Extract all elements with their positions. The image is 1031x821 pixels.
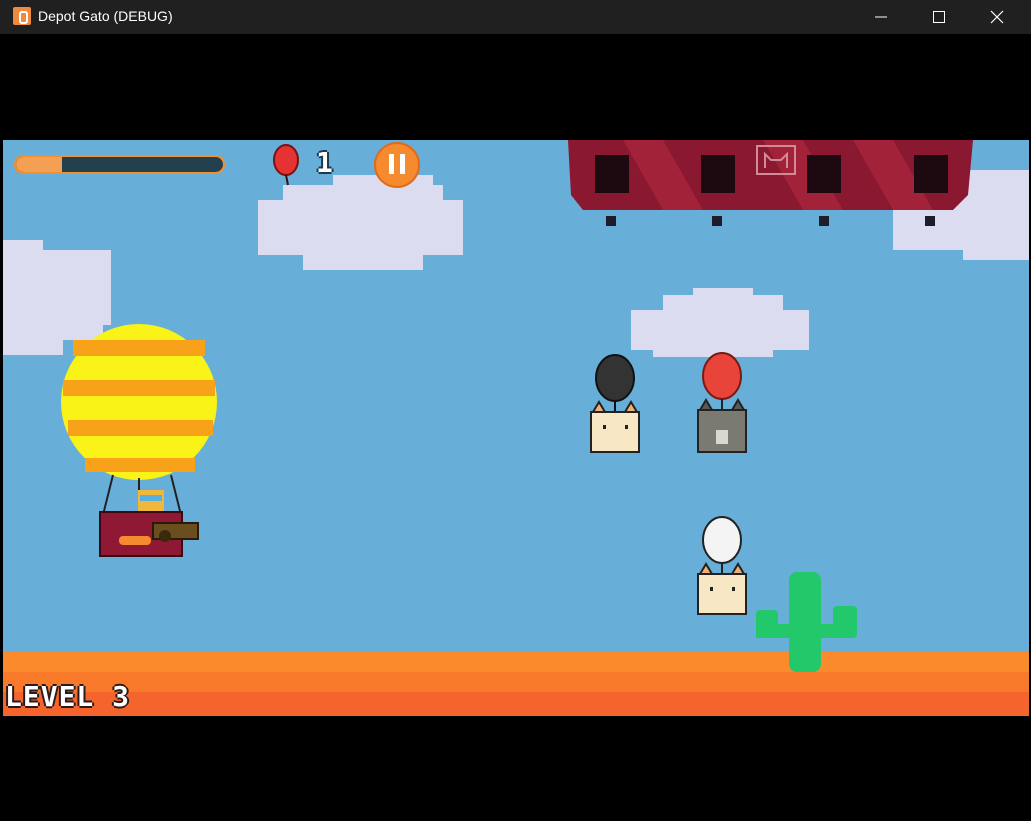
level-label: LEVEL 3	[5, 680, 131, 713]
red-balloon-icon	[273, 144, 299, 186]
pause-icon	[389, 154, 394, 174]
enemy-cat-red-balloon	[697, 352, 747, 453]
cloud-1	[258, 175, 463, 270]
cloud-3	[631, 288, 809, 357]
desert-ground	[3, 652, 1029, 716]
window-titlebar: Depot Gato (DEBUG)	[0, 0, 1031, 34]
window-title: Depot Gato (DEBUG)	[38, 8, 173, 24]
progress-bar	[14, 155, 225, 174]
player-hot-air-balloon	[61, 324, 217, 557]
close-icon	[990, 10, 1004, 24]
game-viewport[interactable]: 1 LEVEL 3	[3, 140, 1029, 716]
minimize-icon	[875, 16, 887, 18]
pause-button[interactable]	[374, 142, 420, 188]
enemy-cat-dark-balloon	[590, 354, 640, 453]
minimize-button[interactable]	[852, 0, 910, 34]
close-button[interactable]	[968, 0, 1026, 34]
maximize-icon	[933, 11, 945, 23]
enemy-cat-white-balloon	[697, 516, 747, 615]
app-icon	[13, 7, 31, 25]
balloon-count: 1	[316, 146, 333, 179]
game-scene	[3, 140, 1029, 716]
maximize-button[interactable]	[910, 0, 968, 34]
progress-bar-fill	[16, 157, 62, 172]
